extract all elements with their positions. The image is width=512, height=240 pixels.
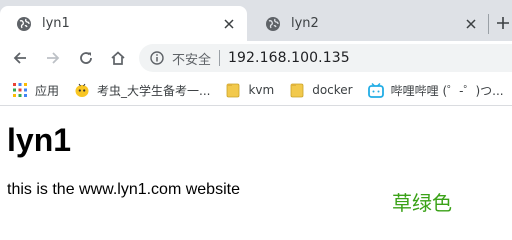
bee-icon — [74, 82, 90, 98]
security-status[interactable]: 不安全 — [172, 49, 211, 68]
home-icon — [111, 51, 125, 65]
reload-button[interactable] — [74, 46, 98, 70]
page-body-text: this is the www.lyn1.com website — [7, 181, 240, 198]
close-tab-icon[interactable] — [463, 16, 479, 32]
arrow-left-icon — [13, 52, 26, 64]
tab-strip: lyn1 lyn2 — [0, 0, 512, 41]
bookmark-label: 应用 — [35, 83, 60, 98]
tab-separator — [488, 14, 489, 34]
bookmark-bilibili[interactable]: 哔哩哔哩 (゜-゜)つ... — [367, 82, 504, 99]
folder-icon — [225, 82, 241, 98]
color-annotation: 草绿色 — [392, 191, 452, 215]
tab-title: lyn2 — [291, 16, 319, 31]
close-tab-icon[interactable] — [221, 16, 237, 32]
bookmarks-bar: 应用 考虫_大学生备考一... kvm docker 哔哩哔哩 (゜-゜)つ..… — [0, 75, 512, 106]
globe-icon — [16, 16, 32, 32]
apps-grid-icon — [12, 82, 28, 98]
new-tab-button[interactable] — [494, 12, 512, 34]
browser-toolbar: 不安全 192.168.100.135 — [0, 41, 512, 75]
address-bar[interactable]: 不安全 192.168.100.135 — [139, 44, 512, 72]
bookmark-docker[interactable]: docker — [289, 82, 353, 98]
tab-lyn1[interactable]: lyn1 — [0, 6, 247, 41]
forward-button[interactable] — [41, 46, 65, 70]
home-button[interactable] — [106, 46, 130, 70]
globe-icon — [265, 16, 281, 32]
bookmark-kvm[interactable]: kvm — [225, 82, 274, 98]
bilibili-icon — [367, 82, 384, 98]
tab-title: lyn1 — [42, 16, 70, 31]
info-icon[interactable] — [149, 50, 165, 66]
bookmark-label: 哔哩哔哩 (゜-゜)つ... — [390, 83, 504, 98]
plus-icon — [497, 17, 509, 29]
arrow-right-icon — [47, 52, 60, 64]
reload-icon — [80, 52, 92, 64]
bookmark-label: 考虫_大学生备考一... — [97, 83, 211, 98]
folder-icon — [289, 82, 305, 98]
bookmark-kaochong[interactable]: 考虫_大学生备考一... — [74, 82, 210, 99]
divider — [219, 50, 221, 66]
bookmark-label: kvm — [248, 83, 275, 97]
page-heading: lyn1 — [7, 122, 72, 158]
back-button[interactable] — [8, 46, 32, 70]
tab-lyn2[interactable]: lyn2 — [249, 6, 489, 41]
url-text[interactable]: 192.168.100.135 — [228, 50, 350, 66]
page-content: lyn1 this is the www.lyn1.com website 草绿… — [0, 107, 512, 234]
bookmark-apps[interactable]: 应用 — [12, 82, 59, 99]
bookmark-label: docker — [312, 83, 353, 97]
